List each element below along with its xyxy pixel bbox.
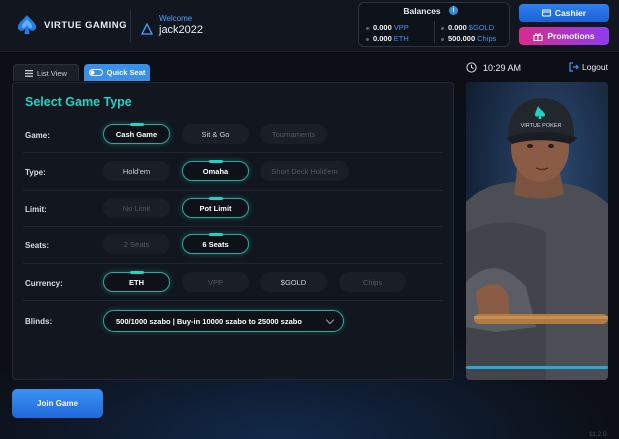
triangle-user-icon bbox=[141, 23, 153, 35]
logout-button[interactable]: Logout bbox=[569, 62, 608, 72]
row-divider bbox=[23, 190, 443, 191]
balance-vpp: 0.000 VPP bbox=[366, 23, 409, 32]
blinds-select[interactable]: 500/1000 szabo | Buy-in 10000 szabo to 2… bbox=[103, 310, 344, 332]
currency-label: Currency: bbox=[25, 279, 63, 288]
blinds-label: Blinds: bbox=[25, 317, 53, 326]
limit-label: Limit: bbox=[25, 205, 47, 214]
balance-eth: 0.000 ETH bbox=[366, 34, 409, 43]
version-label: 11.2.0 bbox=[589, 431, 607, 438]
option-no-limit[interactable]: No Limit bbox=[103, 198, 170, 218]
option-short-deck-holdem[interactable]: Short Deck Hold'em bbox=[260, 161, 349, 181]
welcome-label: Welcome bbox=[159, 14, 193, 23]
cashier-label: Cashier bbox=[554, 8, 587, 18]
promotions-button[interactable]: Promotions bbox=[519, 27, 609, 45]
list-icon bbox=[25, 69, 34, 77]
info-icon[interactable]: i bbox=[449, 6, 458, 15]
row-divider bbox=[23, 226, 443, 227]
clock-icon bbox=[466, 62, 477, 73]
logout-label: Logout bbox=[582, 62, 608, 72]
tab-quick-seat[interactable]: Quick Seat bbox=[84, 64, 150, 81]
row-divider bbox=[23, 152, 443, 153]
image-accent-bar bbox=[466, 366, 608, 369]
balances-title: Balances bbox=[403, 6, 441, 16]
option-6-seats[interactable]: 6 Seats bbox=[182, 233, 249, 254]
brand-logo[interactable]: VIRTUE GAMING bbox=[16, 14, 127, 36]
tab-list-view-label: List View bbox=[37, 68, 67, 78]
balance-gold: 0.000 $GOLD bbox=[441, 23, 494, 32]
game-type-panel: Select Game Type Game: Cash Game Sit & G… bbox=[12, 82, 454, 380]
option-cash-game[interactable]: Cash Game bbox=[103, 123, 170, 144]
row-divider bbox=[23, 300, 443, 301]
gift-icon bbox=[533, 32, 543, 41]
chevron-down-icon bbox=[325, 315, 335, 325]
option-vpp[interactable]: VPP bbox=[182, 272, 249, 292]
type-label: Type: bbox=[25, 168, 46, 177]
wallet-icon bbox=[541, 9, 551, 17]
player-promo-image: VIRTUE POKER bbox=[466, 82, 608, 380]
option-pot-limit[interactable]: Pot Limit bbox=[182, 197, 249, 218]
option-sit-go[interactable]: Sit & Go bbox=[182, 124, 249, 144]
top-header: VIRTUE GAMING Welcome jack2022 Balances … bbox=[0, 0, 619, 52]
balance-chips: 500.000 Chips bbox=[441, 34, 496, 43]
toggle-icon bbox=[88, 69, 103, 76]
player-illustration: VIRTUE POKER bbox=[466, 82, 608, 380]
option-gold[interactable]: $GOLD bbox=[260, 272, 327, 292]
option-chips[interactable]: Chips bbox=[339, 272, 406, 292]
join-game-button[interactable]: Join Game bbox=[12, 389, 103, 418]
brand-name: VIRTUE GAMING bbox=[44, 19, 128, 31]
option-holdem[interactable]: Hold'em bbox=[103, 161, 170, 181]
clock-time: 10:29 bbox=[483, 62, 506, 73]
logout-icon bbox=[569, 62, 579, 72]
tab-list-view[interactable]: List View bbox=[13, 64, 79, 81]
option-2-seats[interactable]: 2 Seats bbox=[103, 234, 170, 254]
tab-quick-seat-label: Quick Seat bbox=[106, 68, 146, 77]
spade-logo-icon bbox=[18, 15, 36, 34]
balances-box: Balances i 0.000 VPP 0.000 $GOLD 0.000 ETH … bbox=[358, 2, 510, 47]
username: jack2022 bbox=[159, 24, 204, 36]
clock: 10:29 AM bbox=[466, 62, 521, 73]
clock-period: AM bbox=[507, 62, 522, 73]
option-eth[interactable]: ETH bbox=[103, 271, 170, 292]
blinds-value: 500/1000 szabo | Buy-in 10000 szabo to 2… bbox=[116, 316, 302, 326]
option-omaha[interactable]: Omaha bbox=[182, 160, 249, 181]
cap-text: VIRTUE POKER bbox=[521, 123, 562, 129]
panel-title: Select Game Type bbox=[25, 95, 132, 109]
option-tournaments[interactable]: Tournaments bbox=[260, 124, 327, 144]
row-divider bbox=[23, 263, 443, 264]
seats-label: Seats: bbox=[25, 241, 50, 250]
header-divider bbox=[130, 10, 131, 42]
game-label: Game: bbox=[25, 131, 50, 140]
cashier-button[interactable]: Cashier bbox=[519, 4, 609, 22]
balances-divider bbox=[434, 21, 435, 43]
promotions-label: Promotions bbox=[547, 31, 595, 41]
